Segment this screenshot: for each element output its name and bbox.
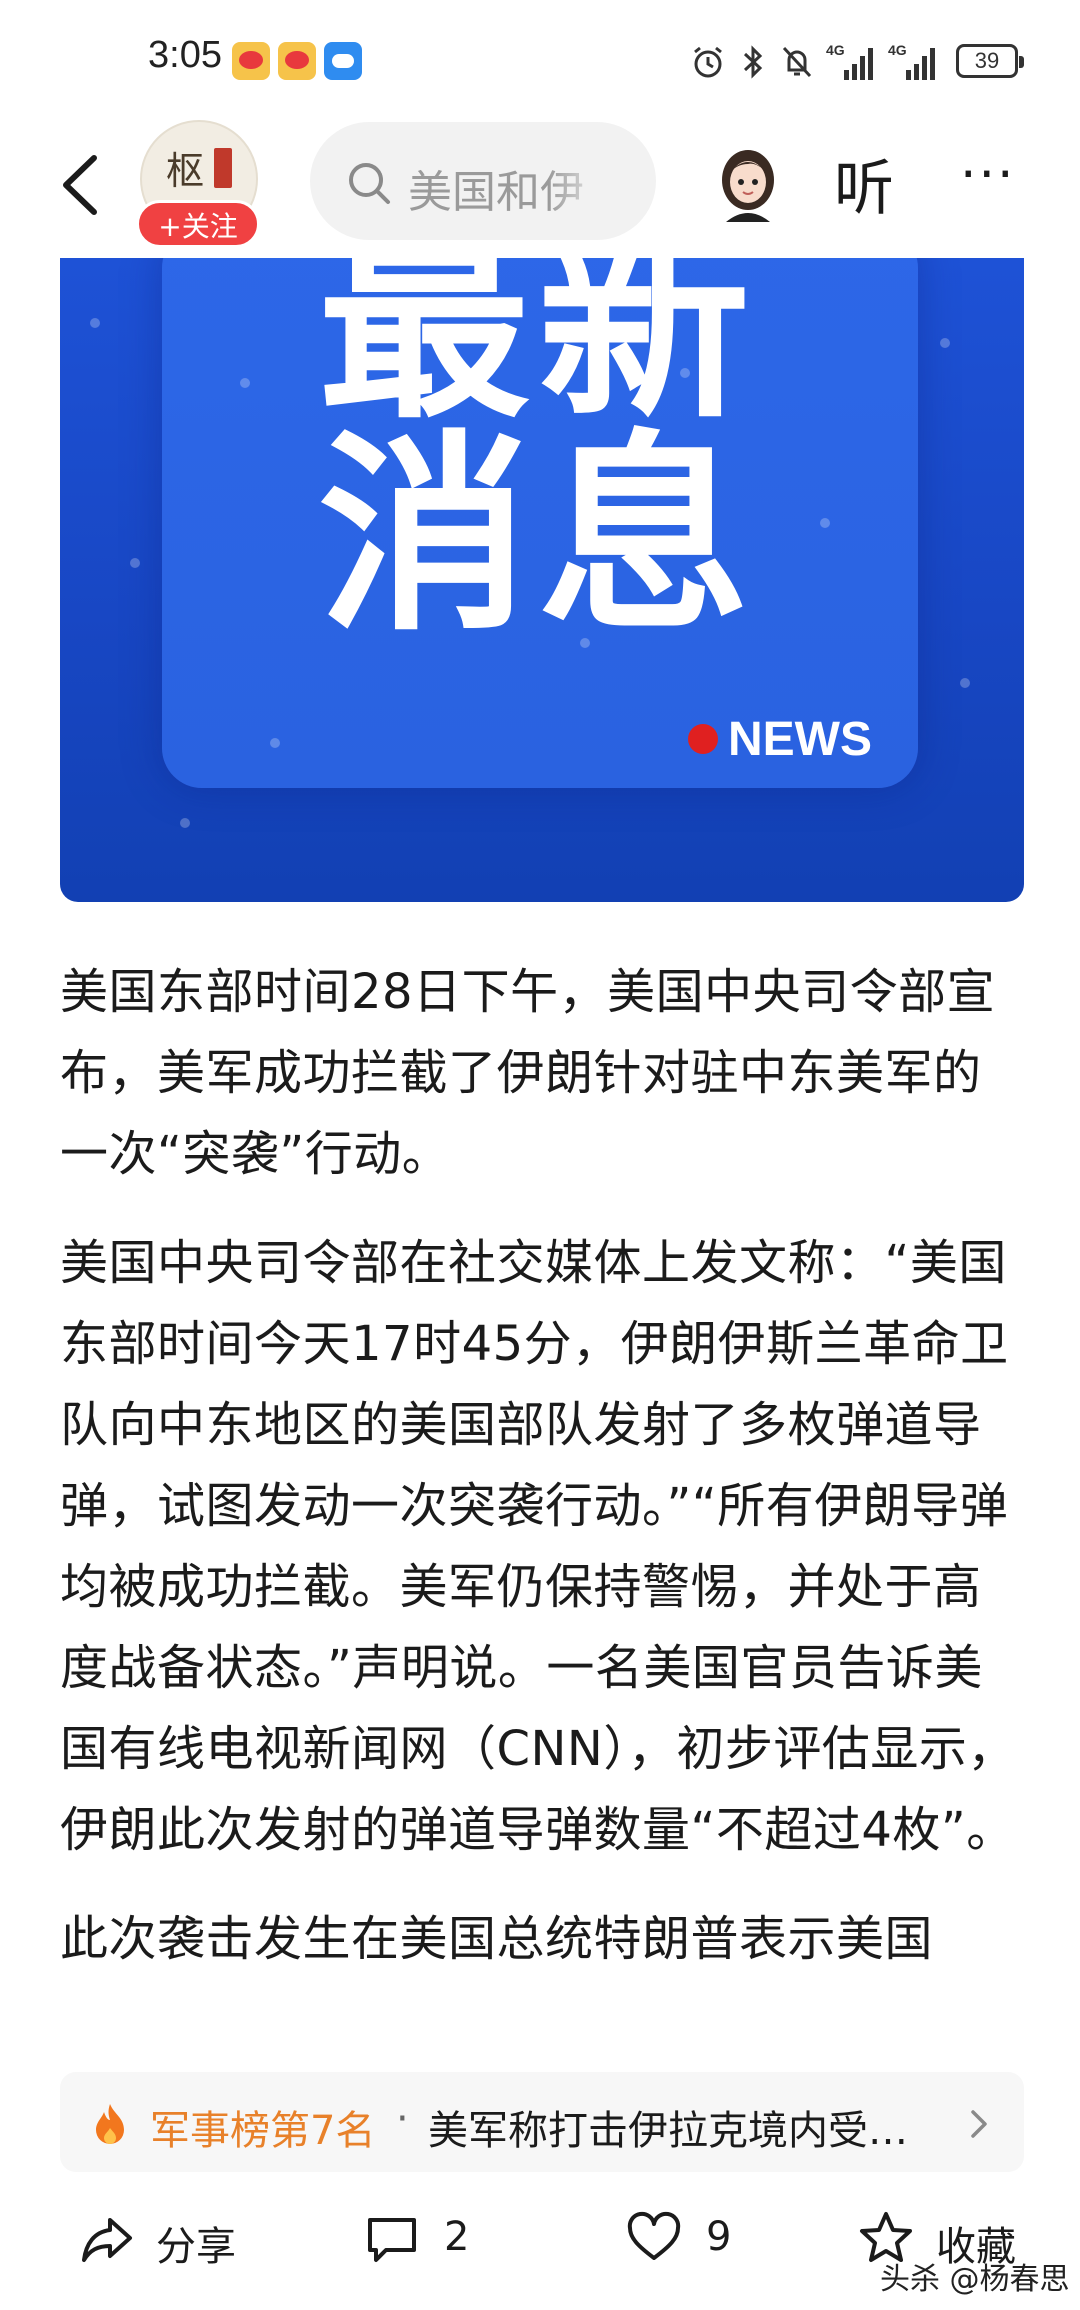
news-badge: NEWS — [728, 713, 872, 766]
hot-topic-title[interactable]: 美军称打击伊拉克境内受… — [428, 2098, 948, 2156]
article-paragraph: 此次袭击发生在美国总统特朗普表示美国 — [60, 1911, 934, 1967]
comment-button[interactable]: 2 — [364, 2210, 494, 2270]
hot-rank-bar[interactable]: 军事榜第7名 · 美军称打击伊拉克境内受… — [60, 2072, 1024, 2172]
hero-headline-line2: 消息 — [318, 412, 758, 659]
mute-bell-icon — [782, 46, 812, 78]
share-label: 分享 — [156, 2224, 236, 2270]
network-type-label: 4G — [826, 42, 845, 58]
bluetooth-icon — [743, 45, 763, 79]
like-count: 9 — [706, 2214, 732, 2260]
watermark-text: 头杀 @杨春思 — [880, 2262, 1070, 2297]
user-avatar-icon[interactable] — [712, 142, 784, 222]
search-suggestion-text[interactable]: 美国和伊 — [408, 156, 608, 220]
follow-button[interactable]: +关注 — [136, 200, 260, 248]
weibo-notification-icon — [278, 42, 316, 80]
hero-headline-line1: 最新 — [318, 258, 758, 447]
back-arrow-icon[interactable] — [52, 150, 112, 220]
heart-icon — [627, 2211, 681, 2260]
article-header: 枢 +关注 美国和伊 听 ··· — [0, 110, 1080, 260]
fire-icon — [96, 2104, 124, 2144]
weibo-notification-icon — [232, 42, 270, 80]
comment-count: 2 — [444, 2214, 470, 2260]
hero-image[interactable]: 最新 消息 NEWS — [60, 258, 1024, 902]
article-paragraph: 美国东部时间28日下午，美国中央司令部宣布，美军成功拦截了伊朗针对驻中东美军的一… — [60, 964, 996, 1182]
hot-rank-label: 军事榜第7名 — [150, 2108, 376, 2154]
author-logo-seal — [214, 148, 232, 188]
weather-notification-icon — [324, 42, 362, 80]
battery-indicator: 39 — [956, 44, 1024, 78]
signal-icon: 4G — [888, 42, 935, 80]
chevron-right-icon[interactable] — [964, 2104, 994, 2144]
like-button[interactable]: 9 — [626, 2210, 756, 2270]
author-logo-glyph: 枢 — [166, 149, 205, 193]
status-time: 3:05 — [148, 34, 222, 76]
author-avatar-group[interactable]: 枢 +关注 — [136, 120, 260, 248]
alarm-icon — [694, 46, 722, 78]
article-body: 美国东部时间28日下午，美国中央司令部宣布，美军成功拦截了伊朗针对驻中东美军的一… — [60, 952, 1020, 2008]
share-button[interactable]: 分享 — [80, 2210, 250, 2270]
search-box[interactable]: 美国和伊 — [310, 122, 656, 240]
more-options-icon[interactable]: ··· — [960, 149, 1030, 201]
news-dot-icon — [688, 724, 718, 754]
signal-icon: 4G — [826, 42, 873, 80]
hot-separator: · — [396, 2096, 409, 2142]
share-icon — [82, 2218, 132, 2262]
search-icon — [349, 163, 390, 204]
comment-icon — [368, 2218, 416, 2262]
network-type-label: 4G — [888, 42, 907, 58]
listen-button[interactable]: 听 — [834, 140, 894, 227]
article-paragraph: 美国中央司令部在社交媒体上发文称：“美国东部时间今天17时45分，伊朗伊斯兰革命… — [60, 1235, 1016, 1858]
status-bar: 3:05 4G 4G 39 — [0, 0, 1080, 120]
